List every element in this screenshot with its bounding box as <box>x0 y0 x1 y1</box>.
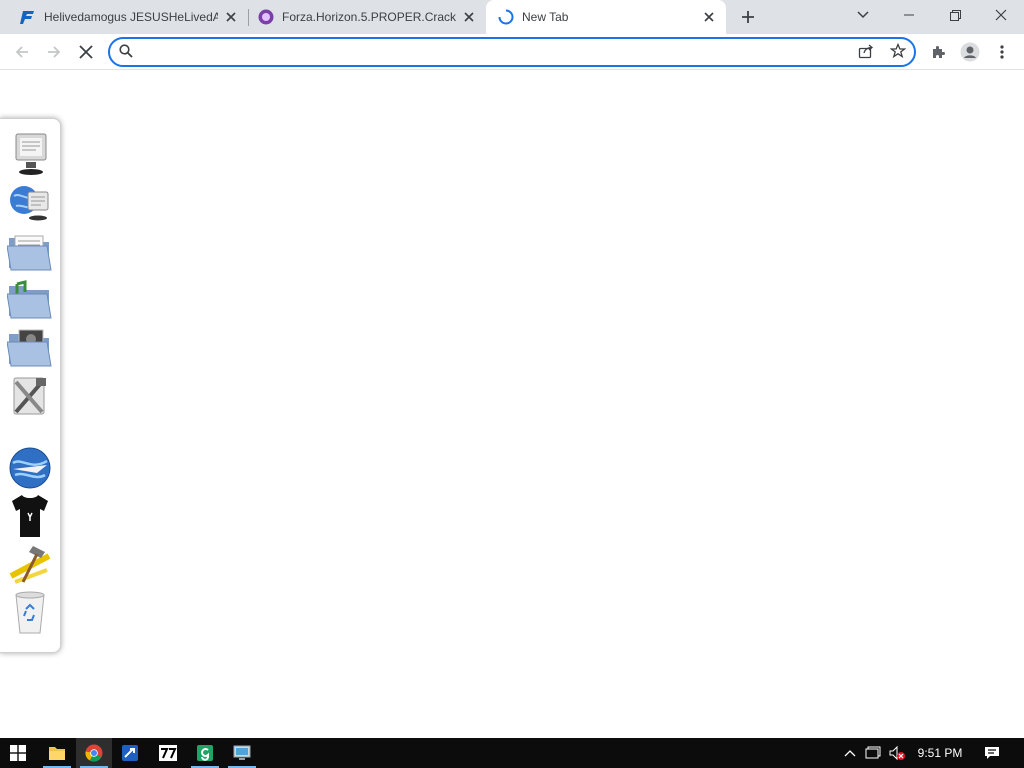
tab-search-button[interactable] <box>840 0 886 30</box>
stop-loading-button[interactable] <box>74 40 98 64</box>
network-icon[interactable] <box>862 738 884 768</box>
tshirt-icon[interactable] <box>6 493 54 539</box>
7zip-icon[interactable] <box>150 738 186 768</box>
tab-strip: Helivedamogus JESUSHeLivedAn Forza.Horiz… <box>0 0 1024 34</box>
windows-taskbar: 9:51 PM <box>0 738 1024 768</box>
menu-more-icon[interactable] <box>990 40 1014 64</box>
system-tools-icon[interactable] <box>6 373 54 419</box>
minimize-button[interactable] <box>886 0 932 30</box>
tab-new-tab[interactable]: New Tab <box>486 0 726 34</box>
show-hidden-icons-icon[interactable] <box>840 738 860 768</box>
hammer-tools-icon[interactable] <box>6 541 54 587</box>
pictures-folder-icon[interactable] <box>6 325 54 371</box>
back-button[interactable] <box>10 40 34 64</box>
address-bar[interactable] <box>108 37 916 67</box>
monitor-icon[interactable] <box>6 131 54 177</box>
tab-helivedamogus[interactable]: Helivedamogus JESUSHeLivedAn <box>0 0 248 34</box>
loading-spinner-icon <box>498 9 514 25</box>
network-globe-icon[interactable] <box>6 179 54 225</box>
internet-globe-icon[interactable] <box>6 445 54 491</box>
close-window-button[interactable] <box>978 0 1024 30</box>
file-explorer-icon[interactable] <box>39 738 75 768</box>
forward-button[interactable] <box>42 40 66 64</box>
chrome-icon[interactable] <box>76 738 112 768</box>
music-folder-icon[interactable] <box>6 277 54 323</box>
search-icon <box>119 44 133 63</box>
tab-title: Helivedamogus JESUSHeLivedAn <box>44 10 218 24</box>
close-tab-icon[interactable] <box>460 8 478 26</box>
f-logo-icon <box>20 9 36 25</box>
tab-forza[interactable]: Forza.Horizon.5.PROPER.Crack.O <box>238 0 486 34</box>
site-favicon-icon <box>258 9 274 25</box>
app-blue-icon[interactable] <box>112 738 148 768</box>
recycle-bin-icon[interactable] <box>6 589 54 635</box>
extensions-puzzle-icon[interactable] <box>926 40 950 64</box>
volume-muted-icon[interactable] <box>886 738 908 768</box>
new-tab-button[interactable] <box>736 5 760 29</box>
tab-title: New Tab <box>522 10 569 24</box>
remote-desktop-icon[interactable] <box>224 738 260 768</box>
desktop-dock <box>0 118 61 653</box>
address-input[interactable] <box>140 43 840 61</box>
browser-toolbar <box>0 34 1024 70</box>
tab-title: Forza.Horizon.5.PROPER.Crack.O <box>282 10 456 24</box>
share-icon[interactable] <box>858 43 874 64</box>
profile-avatar-icon[interactable] <box>958 40 982 64</box>
documents-folder-icon[interactable] <box>6 229 54 275</box>
bookmark-star-icon[interactable] <box>889 42 907 64</box>
green-app-icon[interactable] <box>187 738 223 768</box>
close-tab-icon[interactable] <box>700 8 718 26</box>
start-windows-icon[interactable] <box>0 738 36 768</box>
restore-button[interactable] <box>932 0 978 30</box>
notifications-icon[interactable] <box>978 738 1006 768</box>
taskbar-clock[interactable]: 9:51 PM <box>912 738 968 768</box>
